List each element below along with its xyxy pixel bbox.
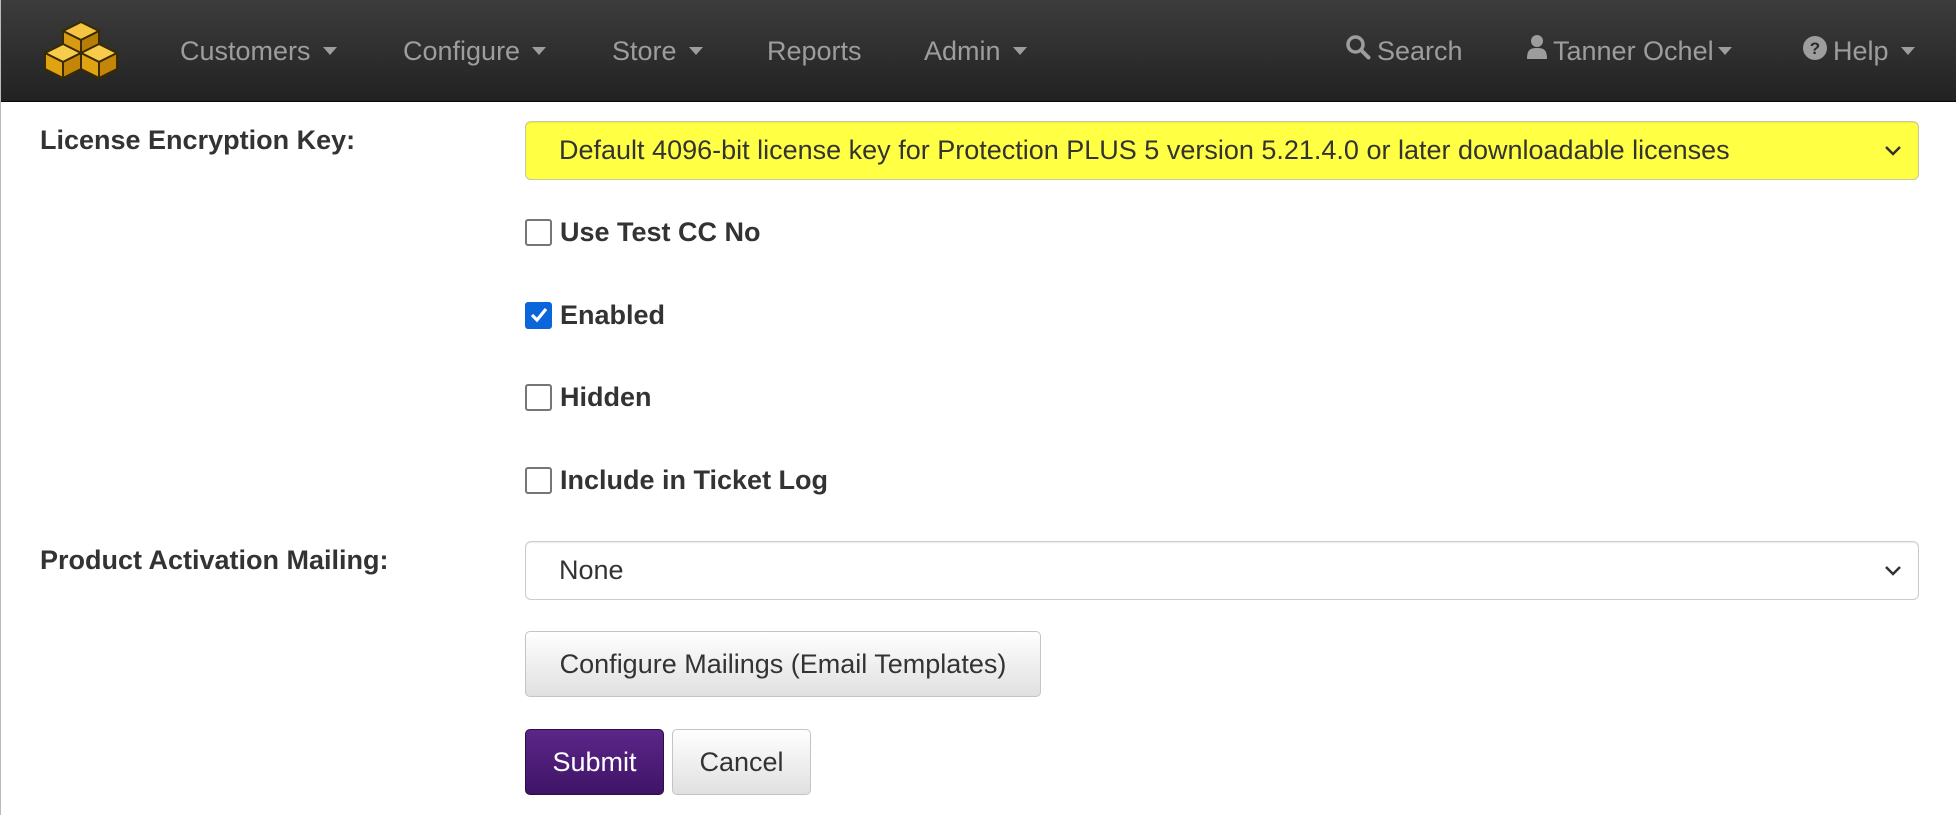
page: Customers Configure Store Reports Admin …: [0, 0, 1956, 815]
nav-user-label: Tanner Ochel: [1553, 36, 1714, 66]
nav-search[interactable]: Search: [1345, 0, 1463, 102]
nav-store[interactable]: Store: [612, 0, 703, 102]
nav-reports[interactable]: Reports: [767, 0, 862, 102]
caret-down-icon: [1717, 47, 1732, 56]
caret-down-icon: [322, 47, 337, 56]
user-icon: [1527, 0, 1547, 102]
use-test-cc-checkbox-row[interactable]: Use Test CC No: [525, 217, 761, 247]
nav-help[interactable]: ? Help: [1803, 0, 1915, 102]
caret-down-icon: [688, 47, 703, 56]
enabled-checkbox-row[interactable]: Enabled: [525, 300, 665, 330]
include-ticket-log-label: Include in Ticket Log: [560, 464, 829, 495]
nav-store-label: Store: [612, 36, 677, 66]
include-ticket-log-checkbox-row[interactable]: Include in Ticket Log: [525, 465, 828, 495]
activation-mailing-selected-value: None: [559, 555, 624, 585]
nav-configure-label: Configure: [403, 36, 521, 66]
hidden-checkbox-row[interactable]: Hidden: [525, 382, 652, 412]
svg-text:?: ?: [1810, 39, 1820, 58]
nav-configure[interactable]: Configure: [403, 0, 547, 102]
caret-down-icon: [1900, 47, 1915, 56]
chevron-down-icon: [1884, 122, 1902, 179]
question-circle-icon: ?: [1803, 0, 1827, 102]
submit-button[interactable]: Submit: [525, 729, 664, 795]
nav-customers-label: Customers: [180, 36, 311, 66]
nav-admin[interactable]: Admin: [924, 0, 1027, 102]
configure-mailings-button[interactable]: Configure Mailings (Email Templates): [525, 631, 1041, 697]
activation-mailing-label: Product Activation Mailing:: [40, 545, 389, 575]
use-test-cc-checkbox[interactable]: [525, 218, 552, 246]
cubes-logo-icon: [42, 20, 120, 80]
hidden-checkbox[interactable]: [525, 383, 552, 411]
nav-admin-label: Admin: [924, 36, 1001, 66]
nav-customers[interactable]: Customers: [180, 0, 337, 102]
include-ticket-log-checkbox[interactable]: [525, 466, 552, 494]
hidden-label: Hidden: [560, 381, 652, 412]
caret-down-icon: [532, 47, 547, 56]
search-icon: [1345, 0, 1371, 102]
caret-down-icon: [1012, 47, 1027, 56]
brand-logo[interactable]: [41, 20, 121, 84]
nav-reports-label: Reports: [767, 36, 862, 66]
enabled-checkbox[interactable]: [525, 301, 552, 329]
enabled-label: Enabled: [560, 299, 666, 330]
nav-help-label: Help: [1833, 36, 1889, 66]
license-key-selected-value: Default 4096-bit license key for Protect…: [559, 135, 1730, 165]
cancel-button[interactable]: Cancel: [672, 729, 811, 795]
activation-mailing-select[interactable]: None: [525, 541, 1919, 600]
license-key-label: License Encryption Key:: [40, 125, 356, 155]
nav-search-label: Search: [1377, 36, 1463, 66]
chevron-down-icon: [1884, 542, 1902, 599]
use-test-cc-label: Use Test CC No: [560, 216, 761, 247]
nav-user[interactable]: Tanner Ochel: [1527, 0, 1732, 102]
license-key-select[interactable]: Default 4096-bit license key for Protect…: [525, 121, 1919, 180]
top-navbar: Customers Configure Store Reports Admin …: [1, 0, 1956, 102]
checkmark-icon: [530, 307, 547, 323]
